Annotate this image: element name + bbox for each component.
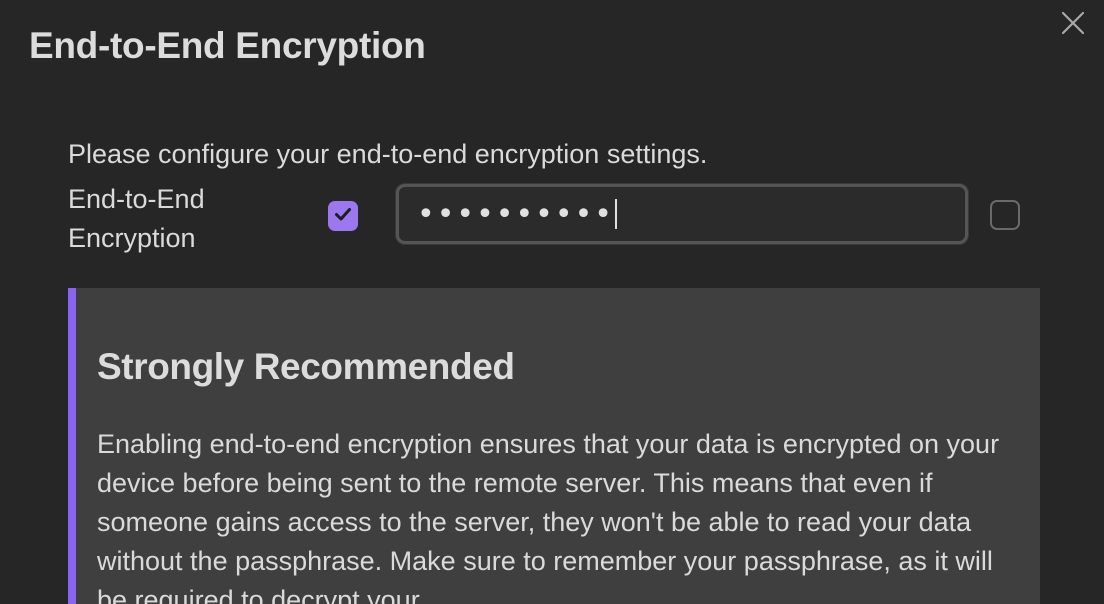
passphrase-value: •••••••••• (417, 196, 614, 232)
text-caret (614, 199, 617, 229)
dialog-title: End-to-End Encryption (29, 25, 426, 66)
callout-title: Strongly Recommended (97, 346, 515, 387)
settings-description: Please configure your end-to-end encrypt… (68, 139, 708, 169)
settings-section: Please configure your end-to-end encrypt… (68, 134, 1040, 268)
encryption-dialog: End-to-End Encryption Please configure y… (0, 0, 1104, 604)
e2ee-setting-row: End-to-End Encryption •••••••••• (68, 174, 1040, 268)
close-icon (1061, 11, 1085, 40)
e2ee-label: End-to-End Encryption (68, 184, 205, 253)
passphrase-input[interactable]: •••••••••• (396, 184, 968, 244)
callout-body: Enabling end-to-end encryption ensures t… (97, 429, 1000, 604)
e2ee-checkbox[interactable] (328, 201, 358, 231)
close-button[interactable] (1060, 11, 1086, 40)
show-passphrase-checkbox[interactable] (990, 200, 1020, 230)
checkmark-icon (333, 204, 353, 229)
recommendation-callout: Strongly Recommended Enabling end-to-end… (68, 288, 1040, 604)
